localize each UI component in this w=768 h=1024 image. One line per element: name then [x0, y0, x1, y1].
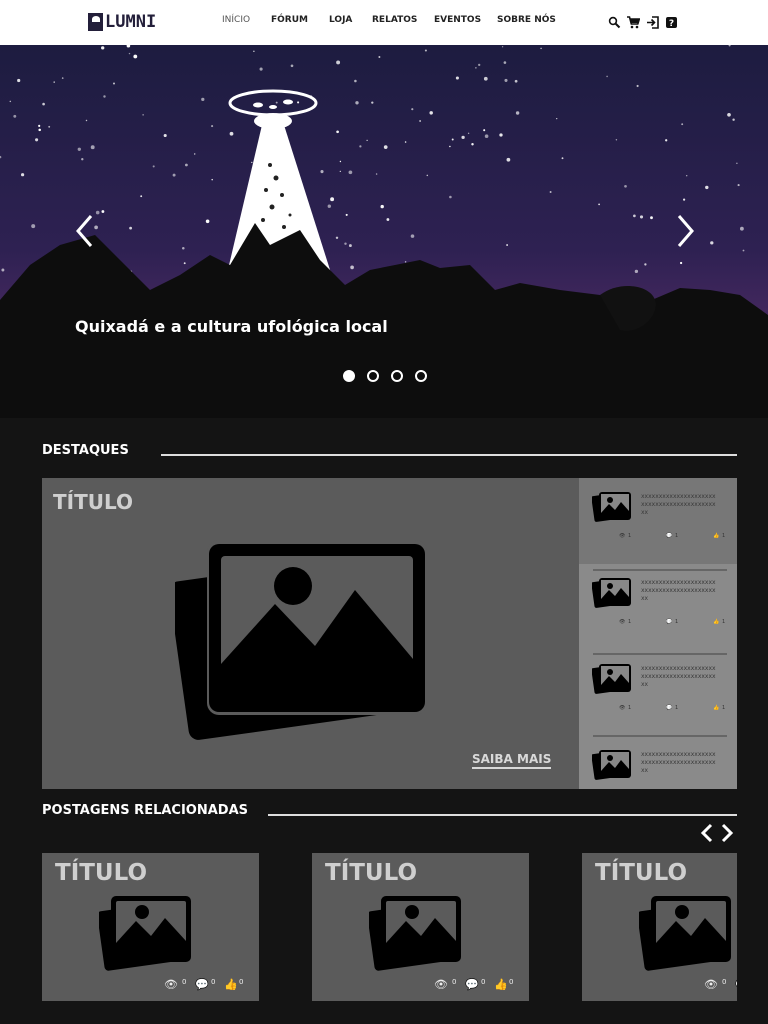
side-item-stats: 👁 1 💬 1 👍 1	[619, 619, 729, 629]
carousel-dot-4[interactable]	[415, 370, 427, 382]
comments-icon: 💬	[465, 978, 479, 991]
help-icon[interactable]: ?	[665, 14, 678, 29]
relacionadas-heading: POSTAGENS RELACIONADAS	[42, 803, 249, 818]
destaques-side-list: xxxxxxxxxxxxxxxxxxxxxxxxxxxxxxxxxxxxxxxx…	[579, 478, 737, 789]
likes-count: 1	[722, 619, 726, 625]
image-placeholder-icon	[175, 540, 427, 740]
comments-icon: 💬	[666, 705, 673, 711]
lumni-logo[interactable]: LUMNI	[88, 12, 156, 32]
comments-icon: 💬	[195, 978, 209, 991]
side-list-item[interactable]: xxxxxxxxxxxxxxxxxxxxxxxxxxxxxxxxxxxxxxxx…	[579, 478, 737, 564]
likes-count: 1	[722, 705, 726, 711]
comments-count: 0	[481, 978, 486, 986]
cart-icon[interactable]	[627, 14, 641, 29]
comments-count: 1	[675, 533, 679, 539]
carousel-dot-2[interactable]	[367, 370, 379, 382]
related-next-arrow[interactable]	[720, 823, 734, 843]
svg-text:?: ?	[669, 19, 674, 29]
likes-count: 0	[239, 978, 244, 986]
nav-icons: ?	[608, 14, 678, 29]
carousel-dot-1[interactable]	[343, 370, 355, 382]
top-navbar: LUMNI INÍCIO FÓRUM LOJA RELATOS EVENTOS …	[0, 0, 768, 45]
side-item-text: xxxxxxxxxxxxxxxxxxxxxxxxxxxxxxxxxxxxxxxx…	[641, 665, 716, 688]
side-list-item[interactable]: xxxxxxxxxxxxxxxxxxxxxxxxxxxxxxxxxxxxxxxx…	[579, 564, 737, 650]
side-item-text: xxxxxxxxxxxxxxxxxxxxxxxxxxxxxxxxxxxxxxxx…	[641, 579, 716, 602]
views-icon: 👁	[619, 533, 626, 539]
login-icon[interactable]	[646, 14, 659, 29]
featured-post[interactable]: TÍTULO SAIBA MAIS	[42, 478, 579, 789]
destaques-heading: DESTAQUES	[42, 443, 129, 458]
views-icon: 👁	[164, 978, 178, 991]
nav-item-eventos[interactable]: EVENTOS	[434, 15, 481, 25]
nav-item-forum[interactable]: FÓRUM	[271, 15, 308, 25]
views-icon: 👁	[704, 978, 718, 991]
thumbnail-image-icon	[591, 489, 632, 527]
search-icon[interactable]	[608, 14, 621, 29]
thumbnail-image-icon	[591, 575, 632, 613]
featured-title: TÍTULO	[53, 490, 133, 514]
like-icon: 👍	[224, 978, 238, 991]
like-icon: 👍	[713, 533, 720, 539]
ufo-logo-icon	[88, 13, 103, 31]
comments-count: 1	[675, 705, 679, 711]
likes-count: 0	[509, 978, 514, 986]
related-post-card[interactable]: TÍTULO 👁 0 💬 0 👍 0	[42, 853, 259, 1001]
side-item-stats: 👁 1 💬 1 👍 1	[619, 533, 729, 543]
comments-icon: 💬	[735, 978, 737, 991]
card-image-icon	[97, 891, 193, 977]
carousel-dots	[343, 370, 427, 382]
side-list-item[interactable]: xxxxxxxxxxxxxxxxxxxxxxxxxxxxxxxxxxxxxxxx…	[579, 650, 737, 736]
side-list-item[interactable]: xxxxxxxxxxxxxxxxxxxxxxxxxxxxxxxxxxxxxxxx…	[579, 736, 737, 789]
like-icon: 👍	[494, 978, 508, 991]
hero-scene-image	[0, 45, 768, 418]
carousel-dot-3[interactable]	[391, 370, 403, 382]
card-title: TÍTULO	[595, 860, 687, 886]
hero-next-arrow[interactable]	[673, 213, 697, 249]
nav-item-loja[interactable]: LOJA	[329, 15, 352, 25]
related-post-card[interactable]: TÍTULO 👁0 💬0	[582, 853, 737, 1001]
relacionadas-divider	[268, 814, 737, 816]
comments-icon: 💬	[666, 533, 673, 539]
nav-item-relatos[interactable]: RELATOS	[372, 15, 417, 25]
like-icon: 👍	[713, 619, 720, 625]
card-image-icon	[367, 891, 463, 977]
views-count: 1	[628, 533, 632, 539]
saiba-mais-link[interactable]: SAIBA MAIS	[472, 752, 552, 769]
like-icon: 👍	[713, 705, 720, 711]
views-count: 0	[182, 978, 187, 986]
hero-prev-arrow[interactable]	[73, 213, 97, 249]
views-count: 1	[628, 619, 632, 625]
hero-caption[interactable]: Quixadá e a cultura ufológica local	[75, 317, 388, 336]
comments-count: 1	[675, 619, 679, 625]
nav-item-sobre-nos[interactable]: SOBRE NÓS	[497, 15, 556, 25]
card-stats: 👁0 💬0	[704, 978, 737, 991]
thumbnail-image-icon	[591, 747, 632, 785]
likes-count: 1	[722, 533, 726, 539]
related-prev-arrow[interactable]	[700, 823, 714, 843]
views-icon: 👁	[619, 619, 626, 625]
side-item-stats: 👁 1 💬 1 👍 1	[619, 705, 729, 715]
views-count: 1	[628, 705, 632, 711]
comments-count: 0	[211, 978, 216, 986]
destaques-divider	[161, 454, 737, 456]
views-count: 0	[452, 978, 457, 986]
views-icon: 👁	[434, 978, 448, 991]
card-title: TÍTULO	[325, 860, 417, 886]
views-icon: 👁	[619, 705, 626, 711]
related-post-card[interactable]: TÍTULO 👁 0 💬 0 👍 0	[312, 853, 529, 1001]
related-carousel-controls	[700, 823, 734, 843]
side-item-text: xxxxxxxxxxxxxxxxxxxxxxxxxxxxxxxxxxxxxxxx…	[641, 493, 716, 516]
card-stats: 👁 0 💬 0 👍 0	[164, 978, 259, 991]
comments-icon: 💬	[666, 619, 673, 625]
side-item-text: xxxxxxxxxxxxxxxxxxxxxxxxxxxxxxxxxxxxxxxx…	[641, 751, 716, 774]
thumbnail-image-icon	[591, 661, 632, 699]
card-image-icon	[637, 891, 733, 977]
nav-item-inicio[interactable]: INÍCIO	[222, 15, 250, 25]
card-stats: 👁 0 💬 0 👍 0	[434, 978, 529, 991]
card-title: TÍTULO	[55, 860, 147, 886]
logo-text: LUMNI	[105, 12, 157, 32]
views-count: 0	[722, 978, 727, 986]
hero-carousel: Quixadá e a cultura ufológica local	[0, 45, 768, 418]
